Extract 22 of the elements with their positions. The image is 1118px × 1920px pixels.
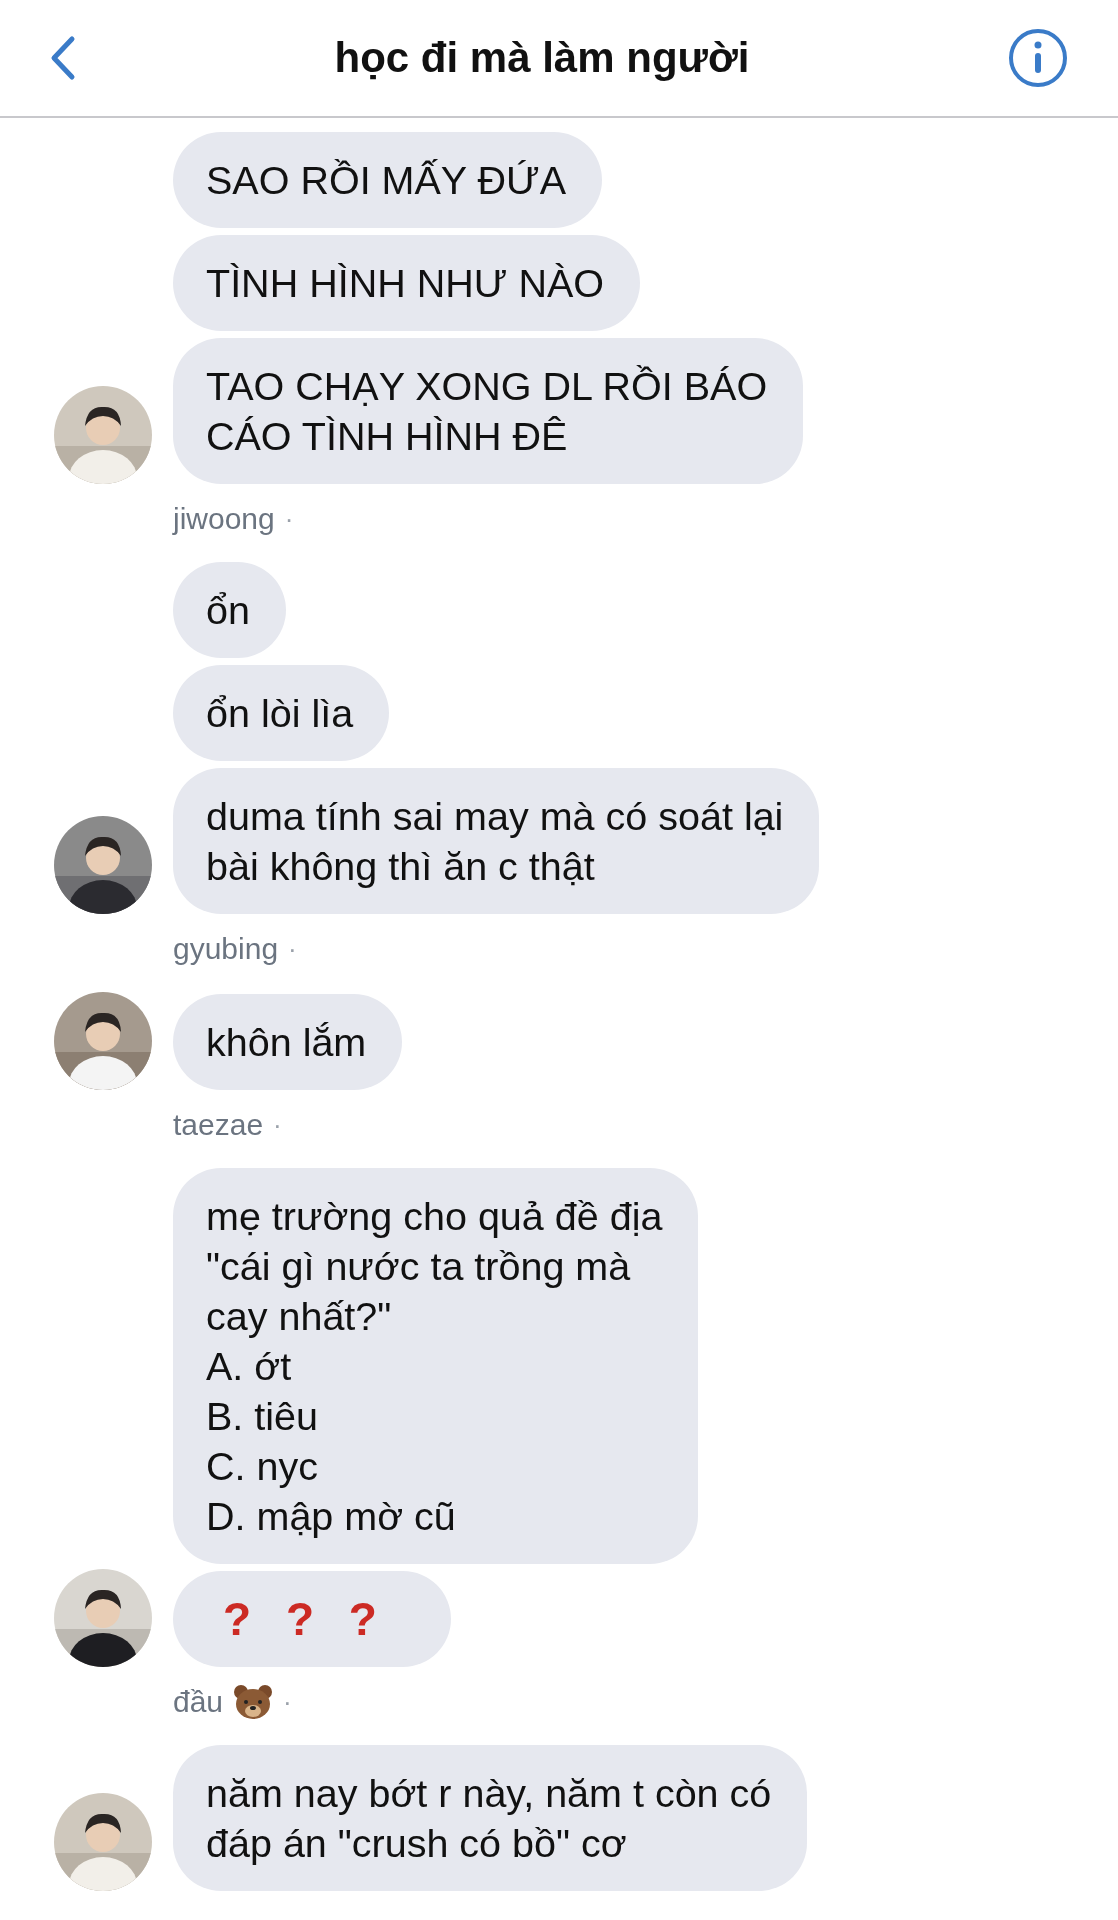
message-bubble: SAO RỒI MẤY ĐỨA [173, 132, 603, 228]
message-bubble: khôn lắm [173, 994, 403, 1090]
separator-dot: · [288, 933, 297, 965]
sender-name: đầu [173, 1685, 224, 1719]
bear-icon [233, 1684, 274, 1720]
info-icon[interactable] [1008, 28, 1068, 88]
message-bubble: mẹ trường cho quả đề địa "cái gì nước ta trồng mà cay nhất?" A. ớt B. tiêu C. nyc D. mập mờ cũ [173, 1168, 699, 1564]
message-bubble: ổn lòi lìa [173, 665, 390, 761]
message-bubble: TÌNH HÌNH NHƯ NÀO [173, 235, 640, 331]
separator-dot: · [283, 1686, 292, 1718]
sender-name: taezae [173, 1108, 264, 1142]
message-bubble: năm nay bớt r này, năm t còn có đáp án "crush có bồ" cơ [173, 1745, 808, 1891]
back-icon[interactable] [50, 35, 76, 81]
chat-title: học đi mà làm người [334, 34, 750, 82]
message-bubble: duma tính sai may mà có soát lại bài không thì ăn c thật [173, 768, 820, 914]
message-bubble: TAO CHẠY XONG DL RỒI BÁO CÁO TÌNH HÌNH ĐÊ [173, 338, 804, 484]
separator-dot: · [273, 1109, 282, 1141]
separator-dot: · [284, 503, 294, 535]
sender-name: jiwoong [173, 502, 275, 536]
message-bubble: ổn [173, 562, 286, 658]
sender-name: gyubing [173, 932, 279, 966]
message-bubble: ? ? ? [173, 1571, 451, 1667]
